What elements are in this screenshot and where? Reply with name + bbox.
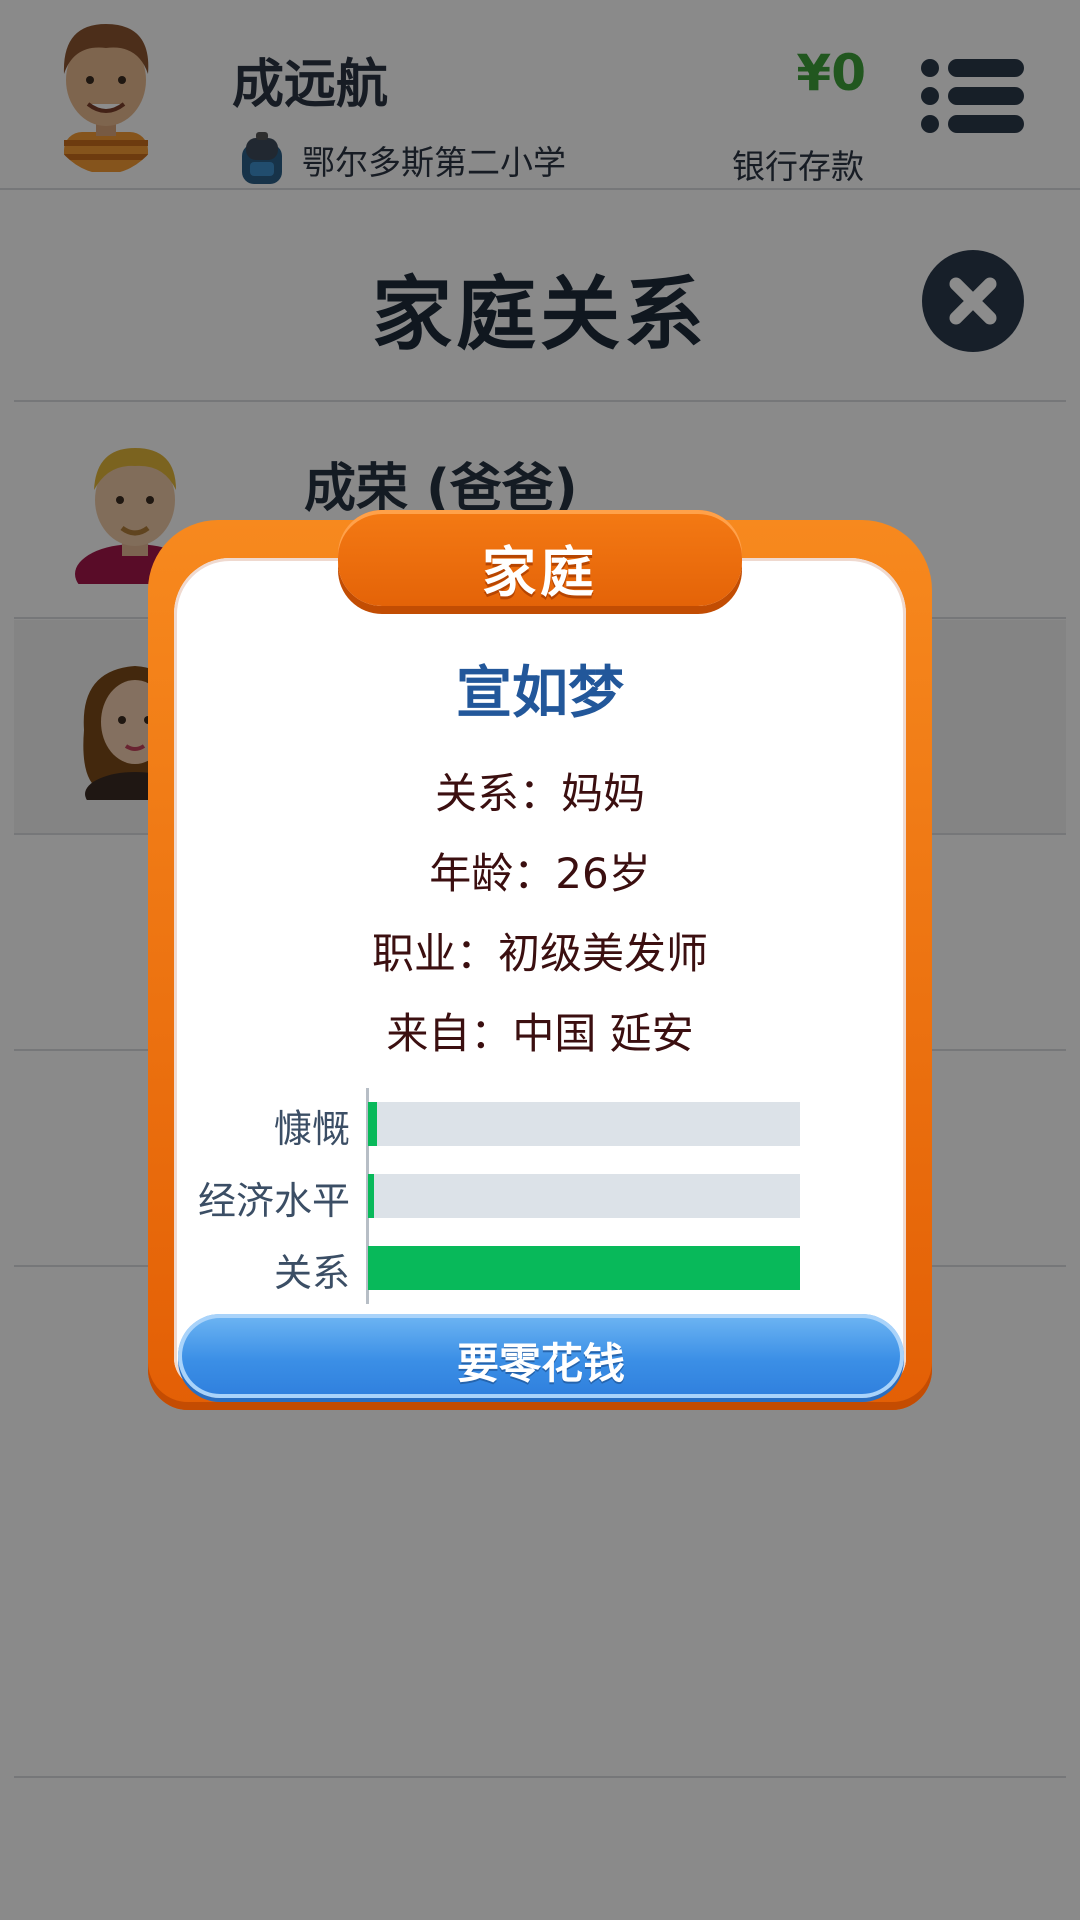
stat-label-generosity: 慷慨: [273, 1107, 350, 1151]
stat-fill-generosity: [368, 1102, 377, 1146]
stat-bar-economy: [368, 1174, 800, 1218]
stat-bar-generosity: [368, 1102, 800, 1146]
stat-label-relation: 关系: [273, 1251, 350, 1295]
stat-fill-economy: [368, 1174, 375, 1218]
stat-bar-relation: [368, 1246, 800, 1290]
ask-pocket-money-button[interactable]: 要零花钱: [178, 1314, 904, 1398]
person-name: 宣如梦: [456, 661, 624, 726]
occupation-info: 职业：初级美发师: [371, 929, 708, 978]
ask-pocket-money-label: 要零花钱: [456, 1339, 625, 1388]
age-info: 年龄：26岁: [429, 849, 651, 898]
relation-info: 关系：妈妈: [434, 769, 645, 818]
popup-header-tab: 家庭: [338, 510, 742, 606]
stat-label-economy: 经济水平: [197, 1179, 350, 1223]
origin-info: 来自：中国 延安: [386, 1009, 694, 1058]
popup-title: 家庭: [482, 541, 598, 604]
stat-fill-relation: [368, 1246, 800, 1290]
